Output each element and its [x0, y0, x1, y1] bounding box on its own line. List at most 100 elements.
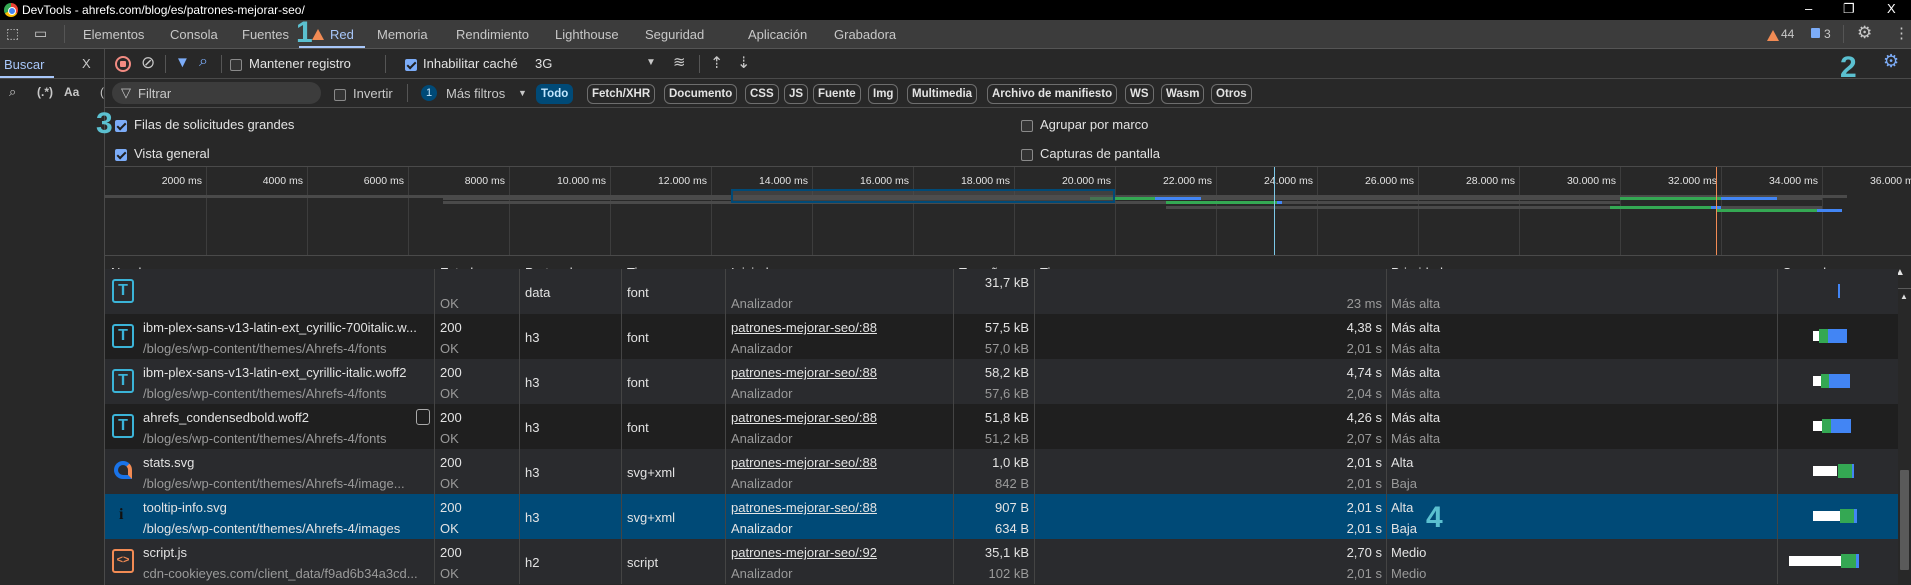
clear-icon[interactable]: ⊘: [141, 53, 155, 73]
preserve-log-checkbox[interactable]: [230, 57, 242, 72]
table-row[interactable]: <>script.jscdn-cookieyes.com/client_data…: [105, 539, 1898, 584]
filter-input[interactable]: ▽ Filtrar: [112, 82, 321, 104]
overview-selection-window[interactable]: [731, 189, 1115, 203]
group-by-frame-label: Agrupar por marco: [1040, 117, 1148, 132]
table-row[interactable]: Tahrefs_condensedbold.woff2/blog/es/wp-c…: [105, 404, 1898, 449]
messages-icon[interactable]: [1811, 28, 1820, 38]
divider: [1843, 25, 1844, 43]
waterfall-download-bar: [1828, 329, 1847, 343]
close-window-button[interactable]: X: [1887, 1, 1896, 16]
tab-grabadora[interactable]: Grabadora: [834, 27, 896, 42]
initiator-link[interactable]: patrones-mejorar-seo/:88: [731, 320, 951, 335]
chevron-down-icon[interactable]: ▼: [646, 57, 656, 68]
filter-media[interactable]: Multimedia: [907, 84, 977, 104]
latency-time: 2,01 s: [1040, 566, 1382, 581]
minimize-button[interactable]: –: [1805, 1, 1812, 16]
tab-seguridad[interactable]: Seguridad: [645, 27, 704, 42]
devtools-tab-bar: ⬚ ▭ Elementos Consola Fuentes 1 Red Memo…: [0, 20, 1911, 49]
waterfall-waiting-bar: [1822, 419, 1832, 433]
overview-gridline: [1317, 167, 1318, 256]
filter-document[interactable]: Documento: [664, 84, 737, 104]
match-case-toggle[interactable]: Aa: [64, 85, 79, 99]
override-indicator-icon: [416, 409, 430, 425]
initiator-link[interactable]: patrones-mejorar-seo/:88: [731, 365, 951, 380]
initiator-type: Analizador: [731, 431, 951, 446]
screenshots-checkbox[interactable]: [1021, 147, 1033, 162]
divider: [165, 55, 166, 73]
table-row[interactable]: Tibm-plex-sans-v13-latin-ext_cyrillic-70…: [105, 314, 1898, 359]
search-input-edge[interactable]: (: [100, 85, 104, 99]
filter-ws[interactable]: WS: [1125, 84, 1154, 104]
initiator-link[interactable]: patrones-mejorar-seo/:88: [731, 410, 951, 425]
overview-tick-label: 24.000 ms: [1223, 175, 1313, 187]
large-rows-checkbox[interactable]: [115, 118, 127, 133]
chevron-down-icon: ▼: [518, 88, 527, 98]
overview-checkbox[interactable]: [115, 147, 127, 162]
restore-button[interactable]: ❐: [1843, 1, 1855, 17]
tab-aplicacion[interactable]: Aplicación: [748, 27, 807, 42]
request-name: ahrefs_condensedbold.woff2: [143, 410, 433, 425]
messages-count[interactable]: 3: [1824, 27, 1831, 41]
resource-size: 57,6 kB: [955, 386, 1029, 401]
table-row[interactable]: stats.svg/blog/es/wp-content/themes/Ahre…: [105, 449, 1898, 494]
filter-css[interactable]: CSS: [745, 84, 779, 104]
export-har-icon[interactable]: ⇣: [737, 53, 750, 73]
more-options-icon[interactable]: ⋮: [1894, 24, 1909, 42]
filter-img[interactable]: Img: [868, 84, 898, 104]
tab-fuentes[interactable]: Fuentes: [242, 27, 289, 42]
regex-toggle[interactable]: (.*): [37, 85, 53, 99]
search-panel-title[interactable]: Buscar: [4, 57, 44, 72]
filter-other[interactable]: Otros: [1211, 84, 1252, 104]
more-filters-button[interactable]: Más filtros: [446, 86, 505, 101]
tab-red[interactable]: Red: [330, 27, 354, 42]
warning-icon: [312, 27, 324, 42]
network-settings-gear-icon[interactable]: ⚙: [1883, 51, 1899, 72]
filter-icon[interactable]: ▼: [175, 54, 190, 71]
filter-font[interactable]: Fuente: [813, 84, 861, 104]
group-by-frame-checkbox[interactable]: [1021, 118, 1033, 133]
network-overview-timeline[interactable]: 2000 ms4000 ms6000 ms8000 ms10.000 ms12.…: [105, 166, 1911, 255]
import-har-icon[interactable]: ⇡: [710, 53, 723, 73]
disable-cache-checkbox[interactable]: [405, 57, 417, 72]
tab-lighthouse[interactable]: Lighthouse: [555, 27, 619, 42]
filter-wasm[interactable]: Wasm: [1161, 84, 1204, 104]
initiator-link[interactable]: patrones-mejorar-seo/:88: [731, 500, 951, 515]
initiator-link[interactable]: patrones-mejorar-seo/:88: [731, 455, 951, 470]
throttling-select[interactable]: 3G: [535, 56, 552, 71]
tab-rendimiento[interactable]: Rendimiento: [456, 27, 529, 42]
filter-all[interactable]: Todo: [536, 84, 573, 104]
device-toolbar-icon[interactable]: ▭: [34, 25, 47, 42]
waterfall-download-bar: [1852, 464, 1854, 478]
warnings-icon[interactable]: [1767, 28, 1779, 43]
protocol: h3: [525, 420, 625, 435]
table-row[interactable]: Tibm-plex-sans-v13-latin-ext_cyrillic-it…: [105, 359, 1898, 404]
invert-checkbox[interactable]: [334, 87, 346, 102]
tab-elementos[interactable]: Elementos: [83, 27, 144, 42]
transfer-size: 907 B: [955, 500, 1029, 515]
scrollbar-thumb[interactable]: [1900, 470, 1909, 570]
filter-manifest[interactable]: Archivo de manifiesto: [987, 84, 1117, 104]
filter-fetch-xhr[interactable]: Fetch/XHR: [587, 84, 655, 104]
info-image-icon: i: [119, 506, 123, 524]
table-row[interactable]: itooltip-info.svg/blog/es/wp-content/the…: [105, 494, 1898, 539]
request-path: /blog/es/wp-content/themes/Ahrefs-4/imag…: [143, 521, 433, 536]
latency-time: 2,01 s: [1040, 521, 1382, 536]
status-code: 200: [440, 455, 520, 470]
tab-consola[interactable]: Consola: [170, 27, 218, 42]
waterfall-queue-bar: [1789, 556, 1841, 566]
initiator-link[interactable]: patrones-mejorar-seo/:92: [731, 545, 951, 560]
settings-gear-icon[interactable]: ⚙: [1857, 23, 1872, 43]
initiator-type: Analizador: [731, 296, 951, 311]
total-time: 2,01 s: [1040, 455, 1382, 470]
overview-gridline: [1519, 167, 1520, 256]
scroll-up-icon[interactable]: ▲: [1900, 292, 1908, 301]
table-row[interactable]: TOKdatafontAnalizador31,7 kB23 msMás alt…: [105, 269, 1898, 314]
close-search-button[interactable]: X: [82, 56, 91, 71]
network-conditions-icon[interactable]: ≋: [673, 53, 686, 71]
warnings-count[interactable]: 44: [1781, 27, 1794, 41]
filter-js[interactable]: JS: [784, 84, 808, 104]
tab-memoria[interactable]: Memoria: [377, 27, 428, 42]
search-icon[interactable]: ⌕: [199, 53, 208, 71]
stop-recording-button[interactable]: [115, 56, 131, 72]
inspect-element-icon[interactable]: ⬚: [6, 25, 19, 42]
